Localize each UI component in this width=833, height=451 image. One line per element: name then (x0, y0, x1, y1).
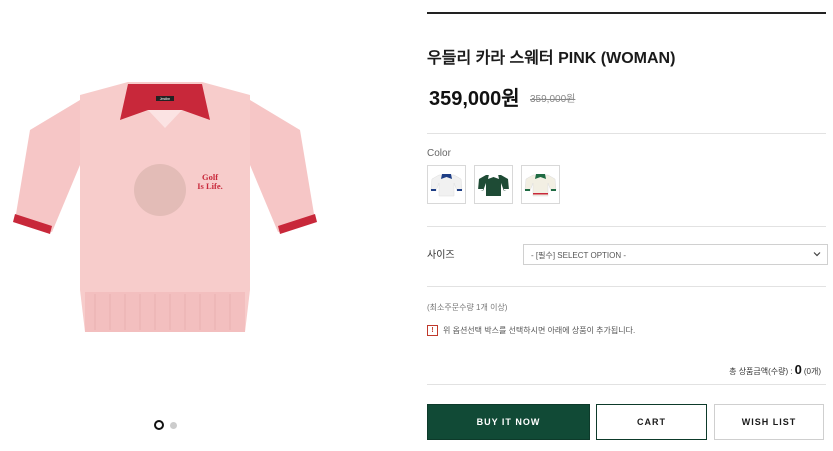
divider (427, 286, 826, 287)
sweater-thumb-icon (430, 174, 463, 197)
wish-list-button[interactable]: WISH LIST (714, 404, 824, 440)
total-value: 0 (794, 362, 802, 377)
divider (427, 226, 826, 227)
divider (427, 133, 826, 134)
size-select-value: - [필수] SELECT OPTION - (531, 251, 627, 260)
size-select[interactable]: - [필수] SELECT OPTION - (523, 244, 828, 265)
total-price: 총 상품금액(수량) : 0 (0개) (729, 362, 821, 377)
sweater-sleeves (15, 100, 80, 232)
min-order-note: (최소주문수량 1개 이상) (427, 303, 508, 312)
original-price: 359,000원 (530, 94, 576, 105)
svg-text:Is Life.: Is Life. (197, 181, 223, 191)
color-swatch-white-navy[interactable] (427, 165, 466, 204)
alert-icon: ! (427, 325, 438, 336)
size-label: 사이즈 (427, 250, 455, 261)
color-swatch-green[interactable] (474, 165, 513, 204)
sweater-thumb-icon (478, 174, 509, 196)
color-swatches (427, 165, 560, 204)
sale-price: 359,000원 (429, 88, 520, 110)
faded-graphic (134, 164, 186, 216)
total-label: 총 상품금액(수량) : (729, 367, 793, 376)
gallery-dot-2[interactable] (170, 421, 177, 429)
chevron-down-icon (813, 252, 821, 257)
color-label: Color (427, 148, 451, 159)
cart-button[interactable]: CART (596, 404, 707, 440)
product-title: 우들리 카라 스웨터 PINK (WOMAN) (427, 50, 676, 67)
gallery-dot-1[interactable] (154, 420, 164, 430)
svg-text:Jmdbn: Jmdbn (160, 97, 171, 101)
divider (427, 384, 826, 385)
option-notice-text: 위 옵션선택 박스를 선택하시면 아래에 상품이 추가됩니다. (443, 326, 636, 335)
product-gallery: Jmdbn Golf Is Life. (0, 0, 340, 451)
gallery-pagination (154, 420, 177, 430)
sweater-thumb-icon (524, 174, 557, 197)
buy-now-button[interactable]: BUY IT NOW (427, 404, 590, 440)
total-count: (0개) (803, 367, 821, 376)
top-divider (427, 12, 826, 14)
product-info-panel: 우들리 카라 스웨터 PINK (WOMAN) 359,000원 359,000… (427, 0, 828, 451)
color-swatch-cream-green[interactable] (521, 165, 560, 204)
option-notice: ! 위 옵션선택 박스를 선택하시면 아래에 상품이 추가됩니다. (427, 325, 635, 336)
product-image[interactable]: Jmdbn Golf Is Life. (10, 70, 330, 370)
